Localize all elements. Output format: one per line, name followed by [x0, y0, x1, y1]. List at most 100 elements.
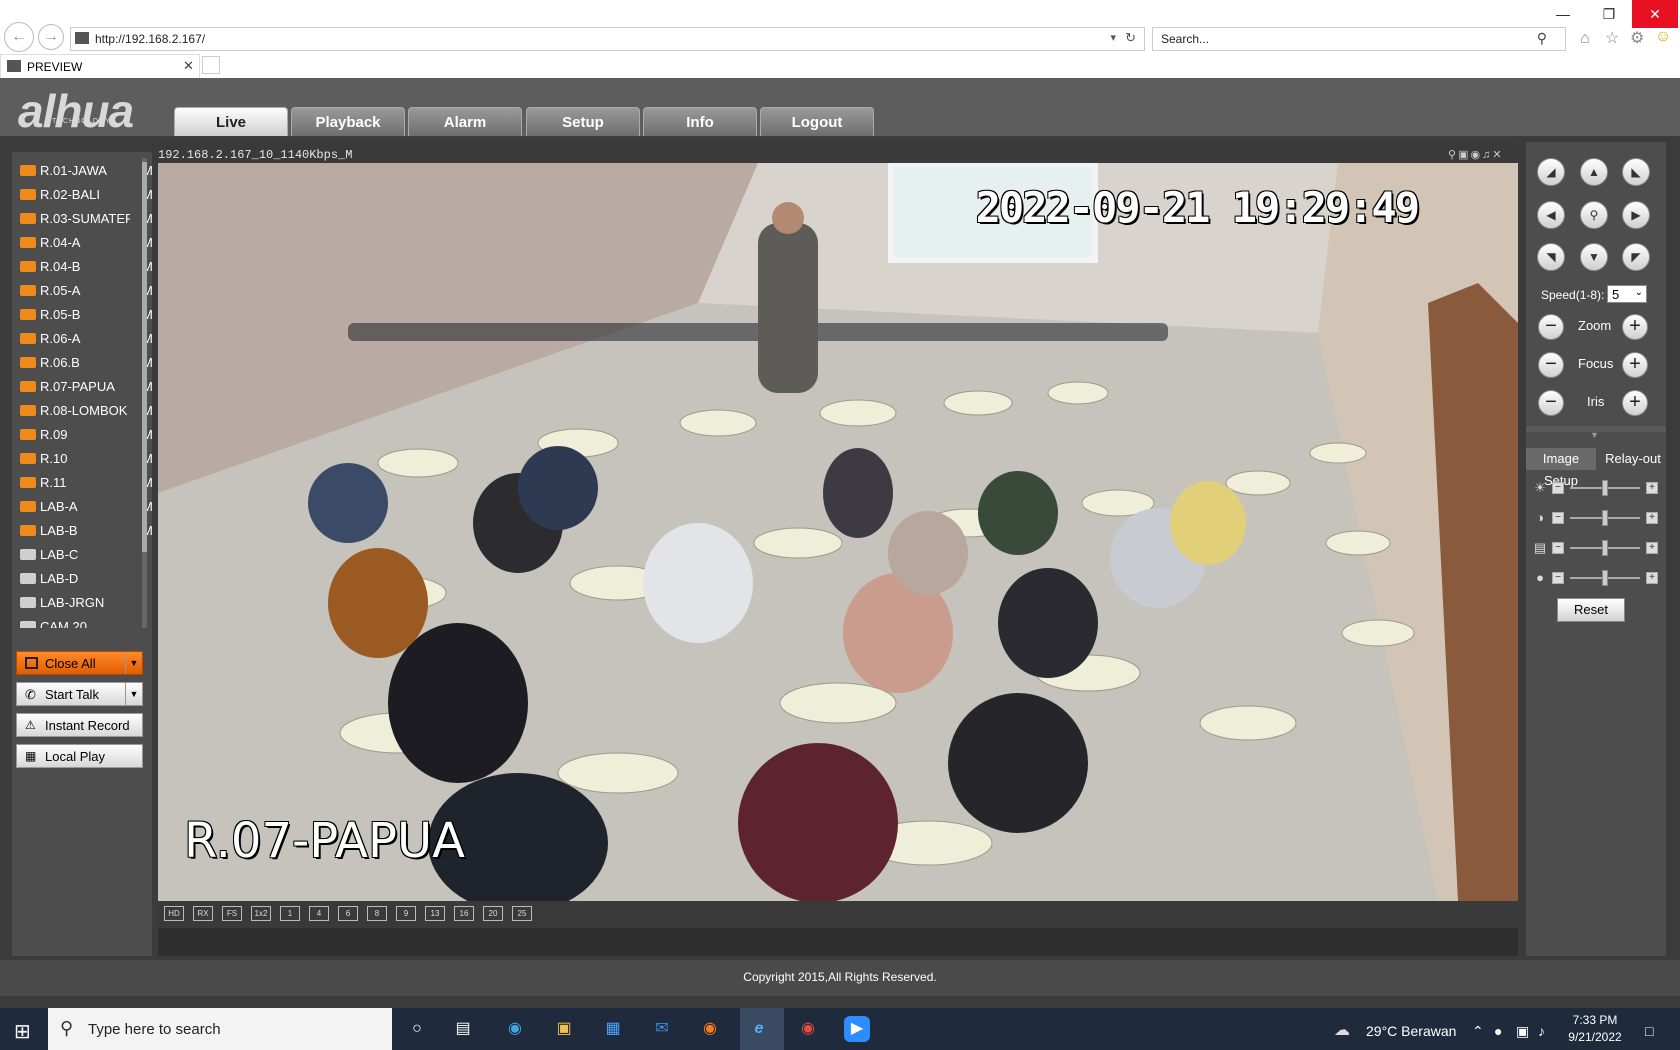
close-all-button[interactable]: Close All ▼	[16, 651, 143, 675]
channel-item[interactable]: R.05-A M	[20, 280, 152, 302]
channel-item[interactable]: R.09 M	[20, 424, 152, 446]
slider-thumb[interactable]	[1602, 540, 1608, 556]
channel-item[interactable]: R.05-B M	[20, 304, 152, 326]
browser-tab[interactable]: PREVIEW ✕	[0, 54, 200, 78]
zoom-app-icon[interactable]: ▶	[844, 1016, 870, 1042]
taskbar-clock[interactable]: 7:33 PM 9/21/2022	[1555, 1012, 1635, 1046]
layout-button[interactable]: RX	[193, 906, 213, 921]
layout-button[interactable]: 1x2	[251, 906, 271, 921]
audio-icon[interactable]: ♫	[1482, 149, 1492, 161]
ptz-auto-button[interactable]: ⚲	[1580, 201, 1608, 229]
ptz-right-button[interactable]: ▶	[1622, 201, 1650, 229]
tab-relay-out[interactable]: Relay-out	[1600, 448, 1666, 470]
video-feed[interactable]: 2022-09-21 19:29:49 R.07-PAPUA	[158, 163, 1518, 901]
start-talk-button[interactable]: ✆ Start Talk ▼	[16, 682, 143, 706]
channel-item[interactable]: R.01-JAWA M	[20, 160, 152, 182]
slider-increase-button[interactable]: +	[1646, 512, 1658, 524]
home-icon[interactable]: ⌂	[1580, 30, 1590, 48]
store-icon[interactable]: ▦	[600, 1016, 626, 1042]
ptz-down-right-button[interactable]: ◤	[1622, 243, 1650, 271]
mail-icon[interactable]: ✉	[649, 1016, 675, 1042]
slider-decrease-button[interactable]: −	[1552, 512, 1564, 524]
channel-item[interactable]: R.04-A M	[20, 232, 152, 254]
edge-icon[interactable]: ◉	[502, 1016, 528, 1042]
reset-button[interactable]: Reset	[1557, 598, 1625, 622]
channel-item[interactable]: LAB-C	[20, 544, 148, 566]
nav-tab-playback[interactable]: Playback	[291, 107, 405, 136]
internet-explorer-icon[interactable]: e	[746, 1016, 772, 1042]
network-icon[interactable]: ▣	[1516, 1023, 1529, 1040]
search-icon[interactable]: ⚲	[1537, 30, 1547, 47]
cortana-icon[interactable]: ○	[404, 1016, 430, 1042]
channel-item[interactable]: CAM 20	[20, 616, 148, 628]
close-window-button[interactable]: ✕	[1632, 0, 1678, 28]
ptz-down-left-button[interactable]: ◥	[1537, 243, 1565, 271]
video-tools[interactable]: ⚲▣◉♫✕	[1448, 148, 1504, 161]
instant-record-button[interactable]: ⚠ Instant Record	[16, 713, 143, 737]
layout-button[interactable]: 20	[483, 906, 503, 921]
file-explorer-icon[interactable]: ▣	[551, 1016, 577, 1042]
collapse-arrow-icon[interactable]: ▼	[1590, 430, 1599, 440]
iris-minus-button[interactable]: −	[1538, 390, 1564, 416]
weather-text[interactable]: 29°C Berawan	[1366, 1023, 1456, 1039]
firefox-icon[interactable]: ◉	[697, 1016, 723, 1042]
channel-item[interactable]: R.02-BALI M	[20, 184, 152, 206]
layout-button[interactable]: FS	[222, 906, 242, 921]
nav-tab-alarm[interactable]: Alarm	[408, 107, 522, 136]
forward-button[interactable]: →	[38, 24, 64, 50]
channel-item[interactable]: R.10 M	[20, 448, 152, 470]
channel-item[interactable]: R.06.B M	[20, 352, 152, 374]
volume-icon[interactable]: ♪	[1538, 1023, 1545, 1039]
slider-thumb[interactable]	[1602, 480, 1608, 496]
restore-button[interactable]: ❐	[1586, 0, 1632, 28]
focus-plus-button[interactable]: +	[1622, 352, 1648, 378]
close-video-icon[interactable]: ✕	[1492, 149, 1503, 161]
iris-plus-button[interactable]: +	[1622, 390, 1648, 416]
search-box[interactable]: Search... ⚲	[1152, 27, 1566, 51]
nav-tab-info[interactable]: Info	[643, 107, 757, 136]
channel-item[interactable]: R.07-PAPUA M	[20, 376, 152, 398]
settings-icon[interactable]: ⚙	[1630, 28, 1644, 48]
channel-item[interactable]: LAB-D	[20, 568, 148, 590]
tab-close-icon[interactable]: ✕	[183, 58, 194, 74]
nav-tab-live[interactable]: Live	[174, 107, 288, 136]
layout-button[interactable]: 16	[454, 906, 474, 921]
microphone-icon[interactable]: ●	[1494, 1023, 1502, 1039]
slider-increase-button[interactable]: +	[1646, 542, 1658, 554]
channel-item[interactable]: R.11 M	[20, 472, 152, 494]
ptz-up-button[interactable]: ▲	[1580, 158, 1608, 186]
feedback-icon[interactable]: ☺	[1655, 28, 1671, 46]
start-talk-dropdown-icon[interactable]: ▼	[125, 683, 142, 705]
tab-image-setup[interactable]: Image Setup	[1526, 448, 1596, 488]
ptz-left-button[interactable]: ◀	[1537, 201, 1565, 229]
zoom-icon[interactable]: ⚲	[1448, 149, 1458, 161]
channel-item[interactable]: LAB-B M	[20, 520, 152, 542]
back-button[interactable]: ←	[4, 22, 34, 52]
channel-scrollbar-thumb[interactable]	[142, 162, 147, 552]
nav-tab-logout[interactable]: Logout	[760, 107, 874, 136]
slider-thumb[interactable]	[1602, 510, 1608, 526]
zoom-out-button[interactable]: −	[1538, 314, 1564, 340]
layout-button[interactable]: 6	[338, 906, 358, 921]
layout-button[interactable]: 8	[367, 906, 387, 921]
snapshot-icon[interactable]: ▣	[1458, 149, 1470, 161]
ptz-up-left-button[interactable]: ◢	[1537, 158, 1565, 186]
layout-button[interactable]: 4	[309, 906, 329, 921]
layout-button[interactable]: 13	[425, 906, 445, 921]
close-all-dropdown-icon[interactable]: ▼	[125, 652, 142, 674]
channel-item[interactable]: R.08-LOMBOK M	[20, 400, 152, 422]
address-bar[interactable]: http://192.168.2.167/ ▾ ↻	[70, 27, 1145, 51]
zoom-in-button[interactable]: +	[1622, 314, 1648, 340]
channel-item[interactable]: LAB-A M	[20, 496, 152, 518]
slider-increase-button[interactable]: +	[1646, 482, 1658, 494]
ptz-down-button[interactable]: ▼	[1580, 243, 1608, 271]
record-icon[interactable]: ◉	[1470, 149, 1482, 161]
layout-button[interactable]: 25	[512, 906, 532, 921]
slider-decrease-button[interactable]: −	[1552, 572, 1564, 584]
notification-icon[interactable]: □	[1645, 1023, 1653, 1039]
minimize-button[interactable]: —	[1540, 0, 1586, 28]
local-play-button[interactable]: ▦ Local Play	[16, 744, 143, 768]
slider-thumb[interactable]	[1602, 570, 1608, 586]
refresh-icon[interactable]: ↻	[1125, 30, 1136, 46]
slider-decrease-button[interactable]: −	[1552, 542, 1564, 554]
